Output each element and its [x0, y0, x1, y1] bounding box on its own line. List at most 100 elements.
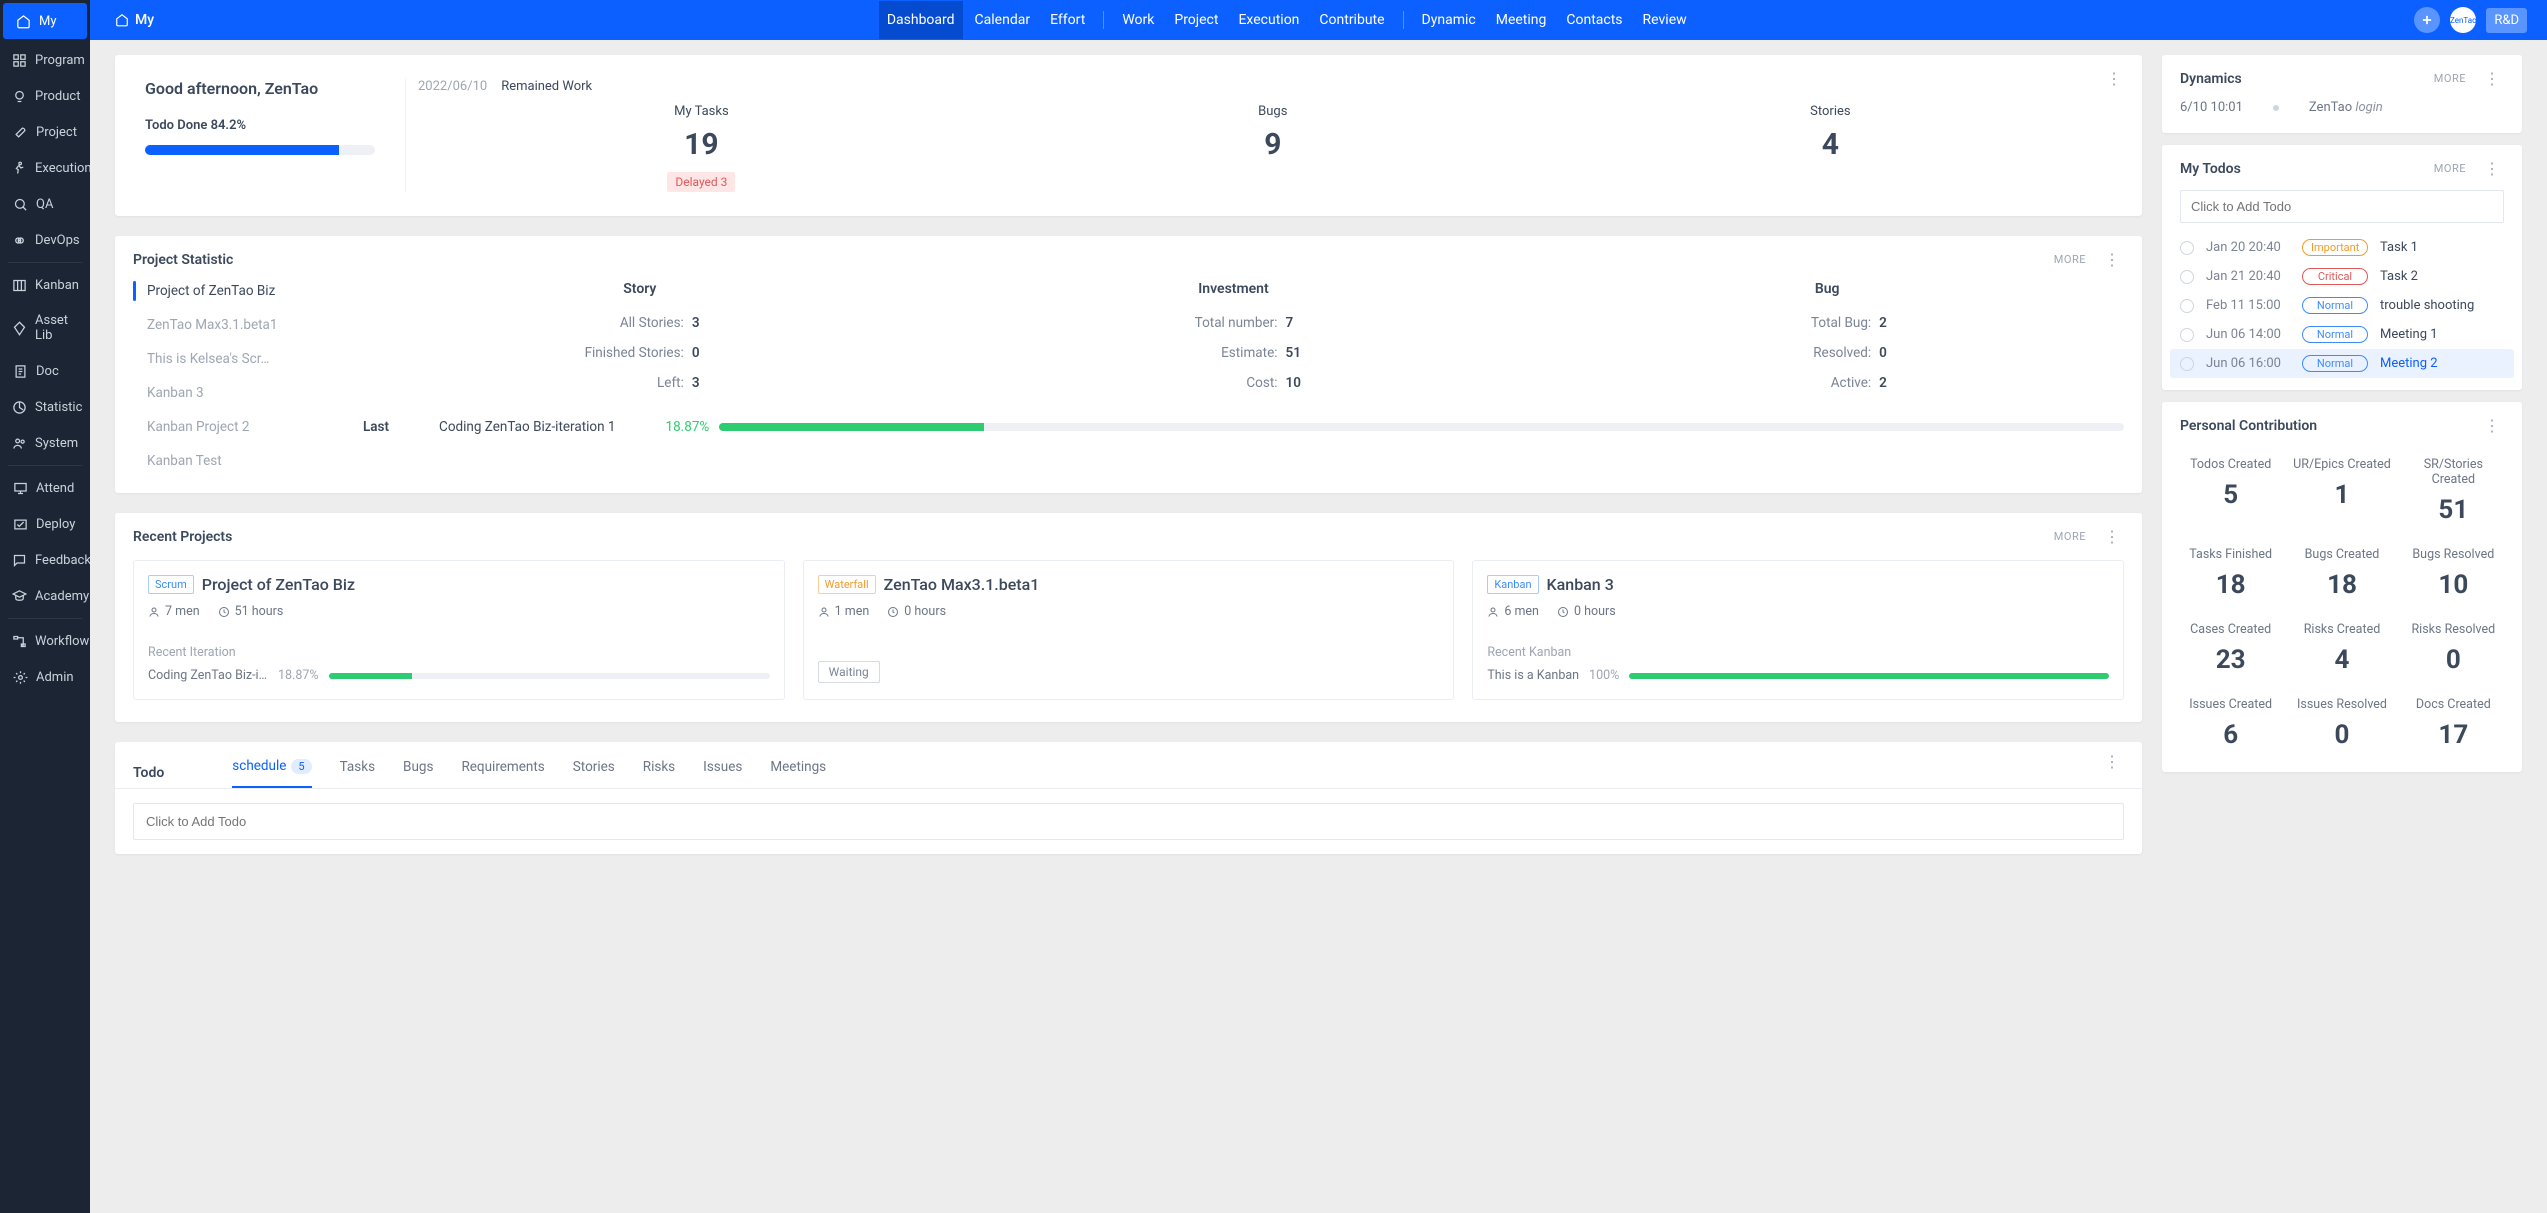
sidebar-item-workflow[interactable]: Workflow: [0, 623, 90, 659]
project-statistic-card: Project Statistic MORE ⋮ Project of ZenT…: [115, 236, 2142, 493]
dynamics-more-icon[interactable]: ⋮: [2480, 69, 2504, 88]
mytodo-row[interactable]: Jun 06 14:00NormalMeeting 1: [2170, 320, 2514, 349]
contribution-item[interactable]: Bugs Created18: [2291, 547, 2392, 600]
mytodo-row[interactable]: Jun 06 16:00NormalMeeting 2: [2170, 349, 2514, 378]
sidebar-item-system[interactable]: System: [0, 425, 90, 461]
project-list-item[interactable]: Kanban Project 2: [133, 417, 333, 437]
dynamics-row[interactable]: 6/10 10:01 ZenTao login: [2180, 100, 2504, 115]
welcome-stat[interactable]: Stories4: [1810, 104, 1850, 192]
sidebar-item-feedback[interactable]: Feedback: [0, 542, 90, 578]
tab-execution[interactable]: Execution: [1230, 1, 1307, 39]
tab-effort[interactable]: Effort: [1042, 1, 1093, 39]
tab-contribute[interactable]: Contribute: [1311, 1, 1392, 39]
project-statistic-more-icon[interactable]: ⋮: [2100, 250, 2124, 269]
contribution-item[interactable]: Risks Created4: [2291, 622, 2392, 675]
project-list-item[interactable]: Project of ZenTao Biz: [133, 281, 333, 301]
sidebar-item-academy[interactable]: Academy: [0, 578, 90, 614]
project-statistic-more[interactable]: MORE: [2054, 253, 2086, 266]
todo-tab-stories[interactable]: Stories: [573, 759, 615, 787]
checkbox-icon[interactable]: [2180, 299, 2194, 313]
todo-card: Todo ⋮ schedule5TasksBugsRequirementsSto…: [115, 742, 2142, 854]
infinity-icon: [12, 232, 27, 248]
checkbox-icon[interactable]: [2180, 241, 2194, 255]
todo-add-input[interactable]: [133, 803, 2124, 840]
tab-calendar[interactable]: Calendar: [967, 1, 1039, 39]
todo-more-icon[interactable]: ⋮: [2100, 752, 2124, 771]
col-bug: Bug: [1530, 281, 2124, 297]
logo-avatar[interactable]: ZenTao: [2450, 7, 2476, 33]
contribution-item[interactable]: Todos Created5: [2180, 457, 2281, 525]
mytodo-row[interactable]: Jan 21 20:40CriticalTask 2: [2170, 262, 2514, 291]
priority-tag: Important: [2302, 239, 2368, 256]
contribution-title: Personal Contribution: [2180, 418, 2317, 434]
todo-tab-requirements[interactable]: Requirements: [461, 759, 544, 787]
recent-project-item[interactable]: KanbanKanban 36 men0 hoursRecent KanbanT…: [1472, 560, 2124, 700]
tab-dynamic[interactable]: Dynamic: [1414, 1, 1484, 39]
recent-project-item[interactable]: WaterfallZenTao Max3.1.beta11 men0 hours…: [803, 560, 1455, 700]
sidebar-item-deploy[interactable]: Deploy: [0, 506, 90, 542]
contribution-more-icon[interactable]: ⋮: [2480, 416, 2504, 435]
my-todos-more-icon[interactable]: ⋮: [2480, 159, 2504, 178]
sidebar-item-my[interactable]: My: [3, 3, 87, 39]
add-button[interactable]: [2414, 7, 2440, 33]
contribution-item[interactable]: Cases Created23: [2180, 622, 2281, 675]
recent-more-icon[interactable]: ⋮: [2100, 527, 2124, 546]
checkbox-icon[interactable]: [2180, 270, 2194, 284]
dynamics-more[interactable]: MORE: [2434, 72, 2466, 85]
mytodo-row[interactable]: Feb 11 15:00Normaltrouble shooting: [2170, 291, 2514, 320]
mytodo-row[interactable]: Jan 20 20:40ImportantTask 1: [2170, 233, 2514, 262]
todo-tab-issues[interactable]: Issues: [703, 759, 742, 787]
contribution-item[interactable]: UR/Epics Created1: [2291, 457, 2392, 525]
sidebar-item-asset-lib[interactable]: Asset Lib: [0, 303, 90, 353]
recent-more[interactable]: MORE: [2054, 530, 2086, 543]
welcome-stat[interactable]: My Tasks19Delayed 3: [667, 104, 735, 192]
contribution-item[interactable]: Risks Resolved0: [2403, 622, 2504, 675]
home-icon: [15, 13, 31, 29]
contribution-item[interactable]: Docs Created17: [2403, 697, 2504, 750]
tab-work[interactable]: Work: [1114, 1, 1162, 39]
todo-tab-bugs[interactable]: Bugs: [403, 759, 433, 787]
sidebar-item-qa[interactable]: QA: [0, 186, 90, 222]
todo-tab-schedule[interactable]: schedule5: [232, 758, 311, 788]
project-list-item[interactable]: ZenTao Max3.1.beta1: [133, 315, 333, 335]
breadcrumb[interactable]: My: [90, 12, 179, 28]
recent-project-item[interactable]: ScrumProject of ZenTao Biz7 men51 hoursR…: [133, 560, 785, 700]
tab-project[interactable]: Project: [1166, 1, 1226, 39]
project-list-item[interactable]: Kanban 3: [133, 383, 333, 403]
checkbox-icon[interactable]: [2180, 357, 2194, 371]
users-icon: [12, 435, 27, 451]
sidebar-item-execution[interactable]: Execution: [0, 150, 90, 186]
sidebar-item-devops[interactable]: DevOps: [0, 222, 90, 258]
tab-meeting[interactable]: Meeting: [1488, 1, 1555, 39]
contribution-item[interactable]: Tasks Finished18: [2180, 547, 2281, 600]
project-list-item[interactable]: This is Kelsea's Scr…: [133, 349, 333, 369]
contribution-item[interactable]: Issues Created6: [2180, 697, 2281, 750]
todo-tab-risks[interactable]: Risks: [643, 759, 675, 787]
sidebar-item-statistic[interactable]: Statistic: [0, 389, 90, 425]
sidebar-item-kanban[interactable]: Kanban: [0, 267, 90, 303]
project-list-item[interactable]: Kanban Test: [133, 451, 333, 471]
welcome-subtitle: Remained Work: [501, 79, 592, 94]
my-todos-add-input[interactable]: [2180, 190, 2504, 223]
my-todos-more[interactable]: MORE: [2434, 162, 2466, 175]
sidebar-item-project[interactable]: Project: [0, 114, 90, 150]
sidebar-item-admin[interactable]: Admin: [0, 659, 90, 695]
contribution-item[interactable]: Issues Resolved0: [2291, 697, 2392, 750]
todo-tab-meetings[interactable]: Meetings: [770, 759, 826, 787]
todo-tab-tasks[interactable]: Tasks: [340, 759, 375, 787]
sidebar-item-attend[interactable]: Attend: [0, 470, 90, 506]
welcome-more-icon[interactable]: ⋮: [2102, 69, 2126, 88]
tab-contacts[interactable]: Contacts: [1558, 1, 1630, 39]
sidebar-item-product[interactable]: Product: [0, 78, 90, 114]
tab-dashboard[interactable]: Dashboard: [879, 1, 963, 39]
sidebar-item-doc[interactable]: Doc: [0, 353, 90, 389]
last-iteration-name[interactable]: Coding ZenTao Biz-iteration 1: [439, 419, 615, 435]
role-badge[interactable]: R&D: [2486, 8, 2527, 33]
contribution-item[interactable]: SR/Stories Created51: [2403, 457, 2504, 525]
sidebar-item-program[interactable]: Program: [0, 42, 90, 78]
tab-review[interactable]: Review: [1635, 1, 1695, 39]
welcome-stat[interactable]: Bugs9: [1258, 104, 1287, 192]
contribution-item[interactable]: Bugs Resolved10: [2403, 547, 2504, 600]
checkbox-icon[interactable]: [2180, 328, 2194, 342]
search-icon: [12, 196, 28, 212]
